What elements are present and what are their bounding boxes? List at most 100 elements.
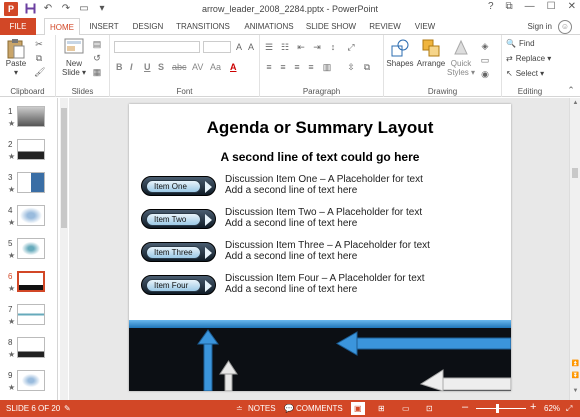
bold-button[interactable]: B [116, 62, 123, 72]
save-icon[interactable] [24, 3, 36, 15]
help-icon[interactable]: ? [488, 1, 494, 12]
align-center-icon[interactable]: ≡ [278, 62, 288, 72]
arrange-button[interactable]: Arrange [416, 38, 446, 68]
tab-design[interactable]: DESIGN [128, 18, 168, 35]
shapes-button[interactable]: Shapes [386, 38, 414, 68]
tab-slide-show[interactable]: SLIDE SHOW [305, 18, 357, 35]
underline-button[interactable]: U [144, 62, 151, 72]
tab-home[interactable]: HOME [44, 18, 80, 36]
zoom-level[interactable]: 62% [544, 404, 560, 413]
columns-icon[interactable]: ▥ [322, 62, 332, 72]
customize-qat-icon[interactable]: ▾ [96, 3, 108, 15]
close-icon[interactable]: ✕ [568, 1, 576, 12]
redo-icon[interactable]: ↷ [60, 3, 72, 15]
font-size-dropdown[interactable] [203, 41, 231, 53]
slide-thumbnail[interactable]: 2 ★ [0, 137, 58, 169]
slide-thumbnail[interactable]: 7 ★ [0, 302, 58, 334]
shadow-button[interactable]: S [158, 62, 164, 72]
zoom-slider[interactable] [476, 408, 526, 409]
tab-view[interactable]: VIEW [410, 18, 440, 35]
minimize-icon[interactable]: — [525, 1, 535, 12]
line-spacing-icon[interactable]: ↕ [328, 42, 338, 52]
font-color-button[interactable]: A [230, 62, 237, 72]
comments-icon[interactable]: 💬 [284, 404, 294, 413]
scroll-up-icon[interactable]: ▲ [571, 100, 580, 106]
text-direction-icon[interactable]: ⤢ [346, 42, 356, 52]
next-slide-icon[interactable]: ⏬ [571, 372, 580, 379]
bullets-icon[interactable]: ☰ [264, 42, 274, 52]
shape-fill-icon[interactable]: ◈ [480, 41, 490, 51]
fit-slide-icon[interactable]: ⤢ [566, 404, 572, 414]
slide-scroll-thumb[interactable] [572, 168, 578, 178]
tab-transitions[interactable]: TRANSITIONS [173, 18, 233, 35]
slide[interactable]: Agenda or Summary Layout A second line o… [129, 104, 511, 391]
tab-file[interactable]: FILE [0, 18, 36, 35]
slide-thumbnail[interactable]: 5 ★ [0, 236, 58, 268]
character-spacing-button[interactable]: AV [192, 62, 203, 72]
slide-title[interactable]: Agenda or Summary Layout [129, 118, 511, 138]
agenda-item[interactable]: Item Four Discussion Item Four – A Place… [141, 273, 501, 299]
agenda-item[interactable]: Item One Discussion Item One – A Placeho… [141, 174, 501, 200]
shrink-font-icon[interactable]: A [246, 42, 256, 52]
italic-button[interactable]: I [130, 62, 133, 72]
change-case-button[interactable]: Aa [210, 62, 221, 72]
grow-font-icon[interactable]: A [234, 42, 244, 52]
normal-view-icon[interactable]: ▣ [351, 402, 365, 415]
spelling-icon[interactable]: ✎ [64, 404, 71, 413]
numbering-icon[interactable]: ☷ [280, 42, 290, 52]
tab-review[interactable]: REVIEW [367, 18, 403, 35]
zoom-slider-thumb[interactable] [496, 404, 499, 413]
align-text-icon[interactable]: ⇳ [346, 62, 356, 72]
find-button[interactable]: 🔍 Find [506, 39, 535, 48]
tab-animations[interactable]: ANIMATIONS [240, 18, 298, 35]
slide-sorter-icon[interactable]: ⊞ [378, 404, 385, 413]
prev-slide-icon[interactable]: ⏫ [571, 360, 580, 367]
slide-thumbnail[interactable]: 8 ★ [0, 335, 58, 367]
maximize-icon[interactable]: ☐ [547, 1, 556, 12]
shape-outline-icon[interactable]: ▭ [480, 55, 490, 65]
slide-thumbnail[interactable]: 1 ★ [0, 104, 58, 136]
agenda-item[interactable]: Item Two Discussion Item Two – A Placeho… [141, 207, 501, 233]
replace-button[interactable]: ⇄ Replace ▾ [506, 54, 551, 63]
scroll-down-icon[interactable]: ▼ [571, 388, 580, 394]
section-icon[interactable]: ▦ [92, 67, 102, 77]
cut-icon[interactable]: ✂ [34, 39, 44, 49]
slide-thumbnail[interactable]: 9 ★ [0, 368, 58, 400]
slide-thumbnail-active[interactable]: 6 ★ [0, 269, 58, 301]
ribbon-display-icon[interactable]: ⧉ [506, 1, 513, 12]
format-painter-icon[interactable]: 🖌 [34, 67, 45, 77]
align-left-icon[interactable]: ≡ [264, 62, 274, 72]
zoom-in-button[interactable]: + [530, 401, 536, 413]
reading-view-icon[interactable]: ▭ [402, 404, 410, 413]
undo-icon[interactable]: ↶ [42, 3, 54, 15]
layout-icon[interactable]: ▤ [92, 39, 102, 49]
reset-icon[interactable]: ↺ [92, 53, 102, 63]
notes-button[interactable]: NOTES [248, 404, 276, 413]
slideshow-view-icon[interactable]: ⊡ [426, 404, 433, 413]
start-slideshow-icon[interactable]: ▭ [78, 3, 90, 15]
strikethrough-button[interactable]: abc [172, 62, 187, 72]
tab-insert[interactable]: INSERT [84, 18, 124, 35]
increase-indent-icon[interactable]: ⇥ [312, 42, 322, 52]
collapse-ribbon-icon[interactable]: ⌃ [566, 85, 576, 95]
select-button[interactable]: ↖ Select ▾ [506, 69, 544, 78]
decrease-indent-icon[interactable]: ⇤ [296, 42, 306, 52]
justify-icon[interactable]: ≡ [306, 62, 316, 72]
slide-subtitle[interactable]: A second line of text could go here [129, 150, 511, 164]
slide-thumbnail[interactable]: 3 ★ [0, 170, 58, 202]
thumbnails-scrollbar[interactable] [60, 98, 68, 400]
notes-icon[interactable]: ≐ [236, 404, 243, 413]
align-right-icon[interactable]: ≡ [292, 62, 302, 72]
new-slide-button[interactable]: New Slide ▾ [60, 38, 88, 77]
copy-icon[interactable]: ⧉ [34, 53, 44, 63]
font-name-dropdown[interactable] [114, 41, 200, 53]
sign-in-link[interactable]: Sign in [528, 22, 552, 31]
thumbnails-scroll-thumb[interactable] [61, 108, 67, 228]
feedback-icon[interactable]: ☺ [558, 20, 572, 34]
quick-styles-button[interactable]: Quick Styles ▾ [446, 38, 476, 77]
smartart-icon[interactable]: ⧉ [362, 62, 372, 72]
comments-button[interactable]: COMMENTS [296, 404, 343, 413]
zoom-out-button[interactable]: – [462, 401, 468, 413]
slide-scrollbar[interactable]: ▲ ⏫ ⏬ ▼ [569, 98, 580, 400]
shape-effects-icon[interactable]: ◉ [480, 69, 490, 79]
